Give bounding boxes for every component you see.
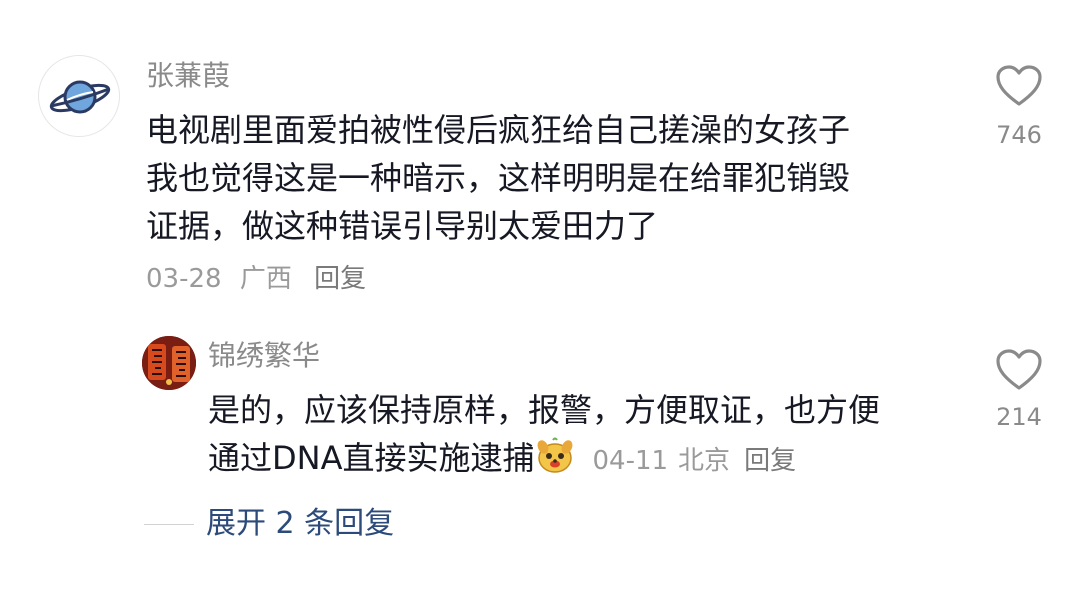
comment-location: 广西 (239, 264, 292, 294)
comment-date: 03-28 (146, 264, 222, 294)
like-button[interactable] (979, 64, 1059, 112)
heart-icon (996, 65, 1042, 106)
reply-text-line-1: 是的，应该保持原样，报警，方便取证，也方便 (208, 391, 881, 429)
expand-replies-button[interactable]: 展开 2 条回复 (206, 504, 394, 544)
reply-reply-button[interactable]: 回复 (744, 446, 796, 476)
reply-like-count: 214 (996, 403, 1042, 431)
dog-face-emoji-icon (536, 437, 574, 475)
comment-text-line-1: 电视剧里面爱拍被性侵后疯狂给自己搓澡的女孩子 (146, 111, 851, 149)
comment-text-line-3: 证据，做这种错误引导别太爱田力了 (146, 207, 659, 245)
comment-text-line-2: 我也觉得这是一种暗示，这样明明是在给罪犯销毁 (146, 159, 851, 197)
calligraphy-avatar-icon (142, 336, 196, 390)
reply-meta: 04-11 北京 回复 (592, 446, 806, 476)
reply-username[interactable]: 锦绣繁华 (208, 338, 320, 374)
comment-meta: 03-28 广西 回复 (146, 262, 376, 296)
expand-divider (144, 524, 194, 525)
reply-text-line-2-row: 通过DNA直接实施逮捕 04-11 北京 回复 (208, 434, 806, 485)
planet-icon (49, 80, 111, 114)
reply-button[interactable]: 回复 (314, 264, 366, 294)
avatar[interactable] (38, 55, 120, 137)
reply-date: 04-11 (592, 446, 669, 476)
like-count: 746 (996, 121, 1042, 149)
heart-icon (996, 349, 1042, 390)
reply-text-line-2: 通过DNA直接实施逮捕 (208, 439, 535, 477)
avatar[interactable] (142, 336, 196, 390)
reply-like-button[interactable] (979, 348, 1059, 396)
reply-location: 北京 (678, 446, 731, 476)
comment-username[interactable]: 张蒹葭 (146, 58, 230, 94)
